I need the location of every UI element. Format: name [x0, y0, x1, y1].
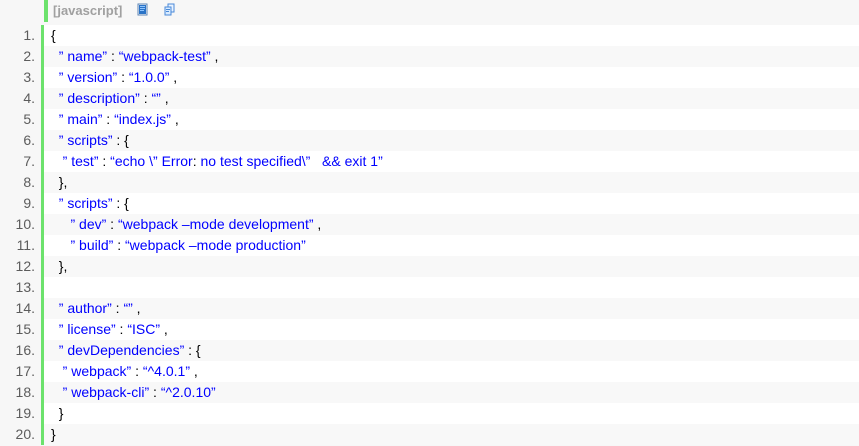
code-line: 9. ” scripts” : {: [0, 193, 859, 214]
line-gutter-marker: [41, 277, 44, 298]
code-line: 6. ” scripts” : {: [0, 130, 859, 151]
code-text: {: [51, 27, 56, 43]
line-number: 7.: [0, 151, 41, 172]
code-block: [javascript] 1. {2. ” name” : “webpack-te…: [0, 0, 859, 446]
line-number: 16.: [0, 340, 41, 361]
code-line: 7. ” test” : “echo \” Error: no test spe…: [0, 151, 859, 172]
line-number: 4.: [0, 88, 41, 109]
code-lines: 1.{2. ” name” : “webpack-test” , 3. ” ver…: [0, 25, 859, 445]
line-number: 19.: [0, 403, 41, 424]
code-text: ” build” : “webpack –mode production”: [70, 237, 306, 253]
line-number: 2.: [0, 46, 41, 67]
code-text: },: [58, 258, 68, 274]
code-line: 19. }: [0, 403, 859, 424]
toolbar-accent-rule: [44, 0, 48, 22]
line-number: 20.: [0, 424, 41, 445]
code-line: 11. ” build” : “webpack –mode production…: [0, 235, 859, 256]
line-number: 3.: [0, 67, 41, 88]
line-number: 5.: [0, 109, 41, 130]
line-number: 17.: [0, 361, 41, 382]
code-text: },: [58, 174, 68, 190]
code-text: ” name” : “webpack-test” ,: [58, 48, 219, 64]
code-text: ” test” : “echo \” Error: no test specif…: [62, 153, 383, 169]
line-number: 8.: [0, 172, 41, 193]
code-line: 1. {: [0, 25, 859, 46]
line-number: 6.: [0, 130, 41, 151]
line-number: 11.: [0, 235, 41, 256]
line-number: 10.: [0, 214, 41, 235]
code-line: 12. },: [0, 256, 859, 277]
line-number: 12.: [0, 256, 41, 277]
code-text: ” webpack-cli” : “^2.0.10”: [62, 384, 216, 400]
code-text: ” description” : “” ,: [58, 90, 169, 106]
code-line: 15. ” license” : “ISC” ,: [0, 319, 859, 340]
code-text: ” license” : “ISC” ,: [58, 321, 168, 337]
code-line: 13.: [0, 277, 859, 298]
line-number: 14.: [0, 298, 41, 319]
code-line: 4. ” description” : “” ,: [0, 88, 859, 109]
line-number: 13.: [0, 277, 41, 298]
code-text: ” scripts” : {: [58, 132, 129, 148]
code-text: ” author” : “” ,: [58, 300, 141, 316]
code-line: 3. ” version” : “1.0.0” ,: [0, 67, 859, 88]
line-number: 9.: [0, 193, 41, 214]
line-number: 15.: [0, 319, 41, 340]
code-text: ” devDependencies” : {: [58, 342, 201, 358]
code-line: 14. ” author” : “” ,: [0, 298, 859, 319]
code-line: 10. ” dev” : “webpack –mode development”…: [0, 214, 859, 235]
code-text: ” webpack” : “^4.0.1” ,: [62, 363, 198, 379]
copy-code-icon[interactable]: [164, 3, 176, 16]
code-line: 5. ” main” : “index.js” ,: [0, 109, 859, 130]
code-line: 20.}: [0, 424, 859, 445]
code-text: }: [58, 405, 64, 421]
code-text: ” version” : “1.0.0” ,: [58, 69, 178, 85]
line-number: 18.: [0, 382, 41, 403]
language-label: [javascript]: [53, 3, 123, 18]
code-toolbar: [javascript]: [0, 0, 859, 22]
view-source-icon[interactable]: [137, 3, 149, 16]
code-text: ” dev” : “webpack –mode development” ,: [70, 216, 322, 232]
line-number: 1.: [0, 25, 41, 46]
code-line: 16. ” devDependencies” : {: [0, 340, 859, 361]
code-text: ” main” : “index.js” ,: [58, 111, 179, 127]
code-text: }: [51, 426, 56, 442]
code-line: 8. },: [0, 172, 859, 193]
code-line: 18. ” webpack-cli” : “^2.0.10”: [0, 382, 859, 403]
code-text: ” scripts” : {: [58, 195, 129, 211]
code-line: 2. ” name” : “webpack-test” ,: [0, 46, 859, 67]
code-line: 17. ” webpack” : “^4.0.1” ,: [0, 361, 859, 382]
